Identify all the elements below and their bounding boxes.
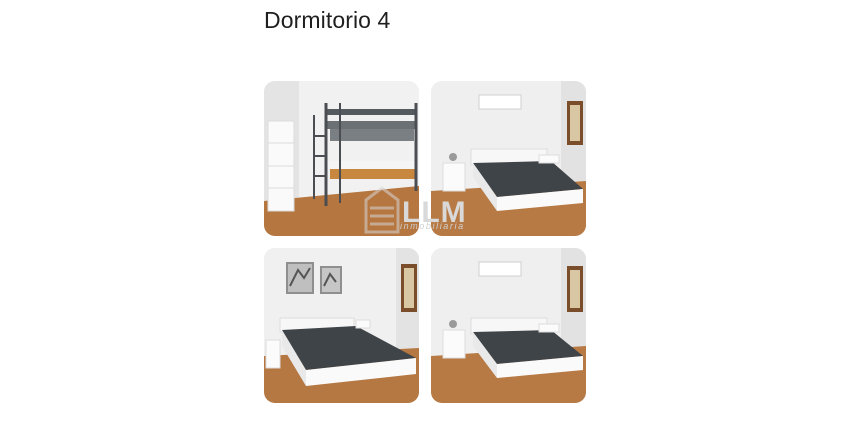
photo-gallery [264,81,586,403]
watermark-subtitle: inmobiliaria [400,221,465,231]
page-title: Dormitorio 4 [264,7,391,33]
double-bed-window-image [431,248,586,403]
gallery-photo-bunk-bed[interactable] [264,81,419,236]
bunk-bed-image [264,81,419,236]
bed-paintings-image [264,248,419,403]
gallery-photo-double-bed-window[interactable] [431,248,586,403]
gallery-photo-bed-paintings[interactable] [264,248,419,403]
